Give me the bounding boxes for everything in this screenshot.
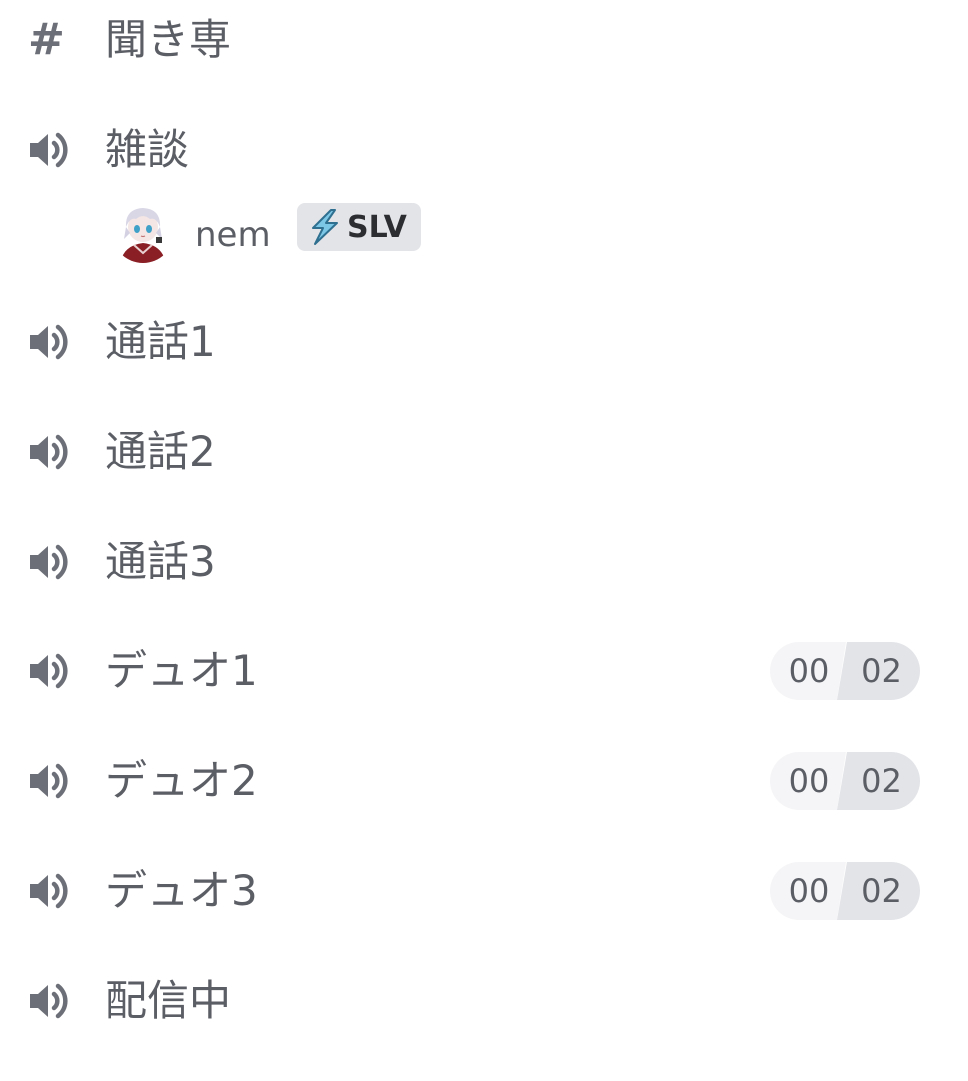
- hash-icon: #: [28, 14, 65, 65]
- channel-name: 通話3: [105, 537, 216, 586]
- channel-name: デュオ1: [105, 646, 258, 695]
- user-limit: 02: [837, 642, 920, 700]
- channel-name: 配信中: [105, 976, 232, 1025]
- channel-name: デュオ2: [105, 756, 258, 805]
- user-limit-pill: 00 02: [770, 752, 920, 810]
- user-count: 00: [770, 642, 846, 700]
- channel-voice-zatsudan[interactable]: 雑談: [0, 110, 968, 190]
- speaker-icon: [28, 322, 78, 362]
- voice-user-nem[interactable]: nem SLV: [0, 195, 968, 270]
- user-count: 00: [770, 862, 846, 920]
- speaker-icon: [28, 651, 78, 691]
- channel-name: デュオ3: [105, 866, 258, 915]
- user-limit: 02: [837, 752, 920, 810]
- channel-name: 聞き専: [105, 15, 232, 64]
- speaker-icon: [28, 432, 78, 472]
- user-limit-pill: 00 02: [770, 642, 920, 700]
- speaker-icon: [28, 130, 78, 170]
- channel-voice-tsuwa1[interactable]: 通話1: [0, 302, 968, 382]
- speaker-icon: [28, 871, 78, 911]
- channel-name: 通話2: [105, 427, 216, 476]
- channel-name: 雑談: [105, 125, 190, 174]
- channel-voice-duo2[interactable]: デュオ2 00 02: [0, 741, 968, 821]
- badge-label: SLV: [347, 209, 407, 245]
- tag-badge: SLV: [297, 203, 421, 251]
- speaker-icon: [28, 981, 78, 1021]
- channel-name: 通話1: [105, 317, 216, 366]
- channel-voice-tsuwa2[interactable]: 通話2: [0, 412, 968, 492]
- user-limit: 02: [837, 862, 920, 920]
- lightning-icon: [312, 209, 338, 245]
- user-count: 00: [770, 752, 846, 810]
- channel-voice-duo3[interactable]: デュオ3 00 02: [0, 851, 968, 931]
- avatar: [112, 201, 174, 263]
- channel-voice-haishinchu[interactable]: 配信中: [0, 961, 968, 1041]
- speaker-icon: [28, 761, 78, 801]
- channel-text-kikisen[interactable]: # 聞き専: [0, 0, 968, 80]
- username: nem: [195, 215, 271, 255]
- channel-voice-duo1[interactable]: デュオ1 00 02: [0, 631, 968, 711]
- speaker-icon: [28, 542, 78, 582]
- user-limit-pill: 00 02: [770, 862, 920, 920]
- channel-voice-tsuwa3[interactable]: 通話3: [0, 522, 968, 602]
